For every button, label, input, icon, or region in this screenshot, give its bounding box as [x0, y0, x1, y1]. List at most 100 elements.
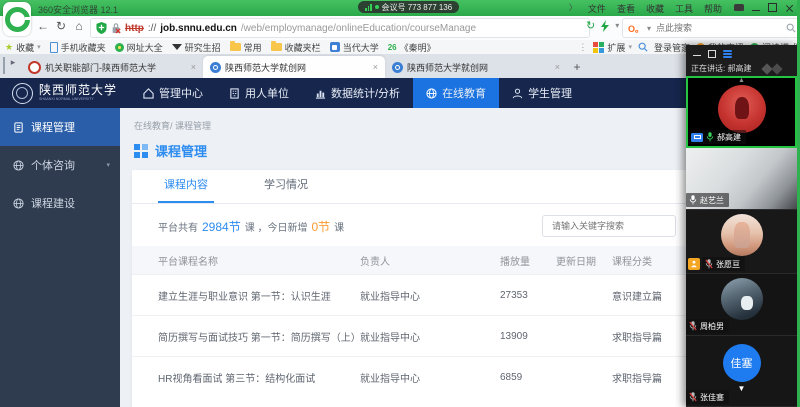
meeting-number-badge[interactable]: 会议号 773 877 136 — [358, 1, 459, 13]
sidebar-item-course-build[interactable]: 课程建设 — [0, 184, 120, 222]
search-icon[interactable] — [786, 23, 796, 33]
nav-online-education[interactable]: 在线教育 — [413, 78, 499, 108]
nav-student-manage[interactable]: 学生管理 — [499, 78, 585, 108]
speed-mode-icon[interactable] — [601, 20, 609, 32]
browser-logo[interactable] — [3, 2, 31, 36]
tab-title: 陕西师范大学就创网 — [225, 61, 369, 74]
university-brand[interactable]: 陕西师范大学 SHAANXI NORMAL UNIVERSITY — [12, 78, 124, 108]
search-engine-logo[interactable]: O。 — [628, 22, 644, 35]
nav-manage-center[interactable]: 管理中心 — [130, 78, 216, 108]
window-controls — [734, 2, 793, 13]
globe-icon — [13, 160, 24, 171]
chevron-right-icon[interactable]: 〉 — [569, 2, 577, 15]
address-bar-actions: ↻ ▾ — [586, 19, 619, 32]
status-dot-icon — [375, 5, 379, 9]
more-icon[interactable]: ⋮ — [578, 42, 587, 53]
tab-close-icon[interactable]: × — [191, 62, 196, 72]
browser-search-input[interactable] — [654, 22, 783, 34]
tab-close-icon[interactable]: × — [373, 62, 378, 72]
url-field[interactable]: http://job.snnu.edu.cn/web/employmanage/… — [90, 18, 590, 38]
keyword-search-input[interactable] — [550, 220, 668, 232]
menu-bar: 〉 文件 查看 收藏 工具 帮助 — [569, 2, 722, 15]
sidebar-item-course-manage[interactable]: 课程管理 — [0, 108, 120, 146]
insecure-lock-icon[interactable] — [111, 22, 121, 34]
skin-icon[interactable] — [734, 4, 744, 11]
shield-icon[interactable] — [96, 22, 107, 34]
magnifier-icon[interactable] — [638, 42, 648, 52]
col-course-name: 平台课程名称 — [148, 253, 360, 268]
table-header: 平台课程名称 负责人 播放量 更新日期 课程分类 — [132, 246, 692, 274]
browser-search-box[interactable]: O。 ▾ — [622, 18, 800, 38]
reload-button[interactable]: ↻ — [54, 19, 68, 33]
video-tile[interactable]: 张愿亘 — [686, 210, 797, 274]
table-row[interactable]: 建立生涯与职业意识 第一节：认识生涯 就业指导中心 27353 意识建立篇 — [132, 274, 692, 315]
video-tile[interactable]: 赵艺兰 — [686, 148, 797, 210]
meeting-minimize-button[interactable] — [693, 55, 701, 56]
home-button[interactable]: ⌂ — [72, 19, 86, 33]
bookmark-university[interactable]: 当代大学 — [330, 41, 379, 54]
tab-title: 陕西师范大学就创网 — [407, 61, 551, 74]
tab-1[interactable]: 机关职能部门-陕西师范大学 × — [21, 56, 203, 78]
close-button[interactable] — [785, 4, 793, 12]
grad-cap-icon — [172, 44, 182, 50]
stats-suffix: 课 — [334, 219, 344, 234]
participant-label: 张佳塞 — [686, 390, 729, 404]
col-owner: 负责人 — [360, 253, 500, 268]
meeting-maximize-button[interactable] — [708, 50, 716, 58]
restore-tabs-button[interactable]: ▸ — [3, 57, 21, 74]
url-dropdown-icon[interactable]: ▾ — [615, 21, 619, 30]
menu-view[interactable]: 查看 — [617, 2, 635, 15]
bookmarks-bar: ★收藏▾ 手机收藏夹 网址大全 研究生招 常用 收藏夹栏 当代大学 26《秦明》… — [0, 40, 800, 54]
cell-plays: 13909 — [500, 331, 556, 342]
tab-close-icon[interactable]: × — [555, 62, 560, 72]
nav-employers[interactable]: 用人单位 — [216, 78, 302, 108]
menu-tools[interactable]: 工具 — [675, 2, 693, 15]
bookmark-graduate[interactable]: 研究生招 — [172, 41, 221, 54]
triangle-up-icon[interactable]: ▲ — [738, 77, 745, 84]
mic-muted-icon — [689, 321, 697, 331]
tab-2-active[interactable]: 陕西师范大学就创网 × — [203, 56, 385, 78]
extensions-button[interactable]: 扩展▾ — [593, 41, 632, 54]
nav-statistics[interactable]: 数据统计/分析 — [302, 78, 413, 108]
meeting-logo-icon — [759, 63, 789, 75]
maximize-button[interactable] — [768, 3, 777, 12]
video-tile[interactable]: 佳塞 ▼ 张佳塞 — [686, 336, 797, 407]
extensions-icon — [593, 42, 604, 53]
bookmark-common-folder[interactable]: 常用 — [230, 41, 262, 54]
layout-icon[interactable] — [723, 50, 732, 58]
triangle-down-icon[interactable]: ▼ — [738, 384, 746, 393]
tab-3[interactable]: 陕西师范大学就创网 × — [385, 56, 567, 78]
stats-added: 0节 — [311, 218, 330, 235]
table-row[interactable]: 简历撰写与面试技巧 第一节：简历撰写（上） 就业指导中心 13909 求职指导篇 — [132, 315, 692, 356]
chevron-down-icon: ▾ — [106, 161, 110, 169]
tab-learning-status[interactable]: 学习情况 — [258, 170, 314, 203]
back-button[interactable]: ← — [36, 19, 50, 33]
login-manager-button[interactable]: 登录管家 — [654, 41, 690, 54]
video-tile[interactable]: 周柏男 — [686, 274, 797, 336]
bookmark-mobile[interactable]: 手机收藏夹 — [50, 41, 106, 54]
site-sidebar: 课程管理 个体咨询▾ 课程建设 — [0, 108, 120, 407]
stats-mid: 课 ，今日新增 — [245, 219, 308, 234]
new-tab-button[interactable]: + — [567, 60, 587, 78]
table-row[interactable]: HR视角看面试 第三节：结构化面试 就业指导中心 6859 求职指导篇 — [132, 356, 692, 397]
tab-course-content[interactable]: 课程内容 — [158, 170, 214, 203]
menu-help[interactable]: 帮助 — [704, 2, 722, 15]
bookmark-sites[interactable]: 网址大全 — [115, 41, 163, 54]
globe-icon — [13, 198, 24, 209]
tab-title: 机关职能部门-陕西师范大学 — [45, 61, 187, 74]
avatar — [718, 85, 766, 133]
site-nav-icon — [115, 43, 124, 52]
menu-file[interactable]: 文件 — [588, 2, 606, 15]
bookmark-qinming[interactable]: 26《秦明》 — [388, 41, 436, 54]
stats-total: 2984节 — [202, 218, 241, 235]
minimize-button[interactable] — [752, 10, 760, 11]
keyword-search-box[interactable] — [542, 215, 676, 237]
menu-favorites[interactable]: 收藏 — [646, 2, 664, 15]
bookmark-bar-folder[interactable]: 收藏夹栏 — [271, 41, 321, 54]
refresh-mode-icon[interactable]: ↻ — [586, 19, 595, 32]
video-tile-speaker[interactable]: ▲ 郝高建 — [686, 76, 797, 148]
sidebar-item-individual-consult[interactable]: 个体咨询▾ — [0, 146, 120, 184]
mic-on-icon — [689, 195, 697, 205]
search-engine-caret-icon[interactable]: ▾ — [647, 24, 651, 33]
favorites-menu[interactable]: ★收藏▾ — [5, 41, 41, 54]
